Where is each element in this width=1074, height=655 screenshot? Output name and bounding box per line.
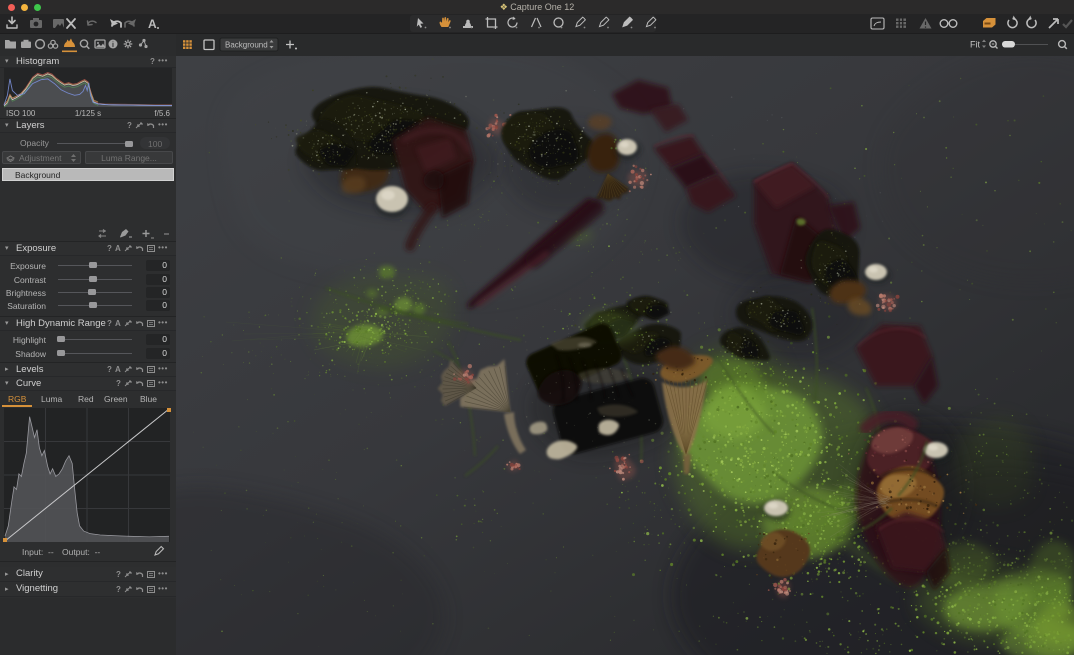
svg-text:ISO 100: ISO 100 [6,109,36,118]
svg-text:Background: Background [225,40,268,49]
svg-text:i: i [112,42,114,49]
svg-text:1/125 s: 1/125 s [75,109,101,118]
svg-text:Fit: Fit [970,40,980,50]
svg-text:A: A [148,17,157,31]
svg-text:f/5.6: f/5.6 [154,109,170,118]
